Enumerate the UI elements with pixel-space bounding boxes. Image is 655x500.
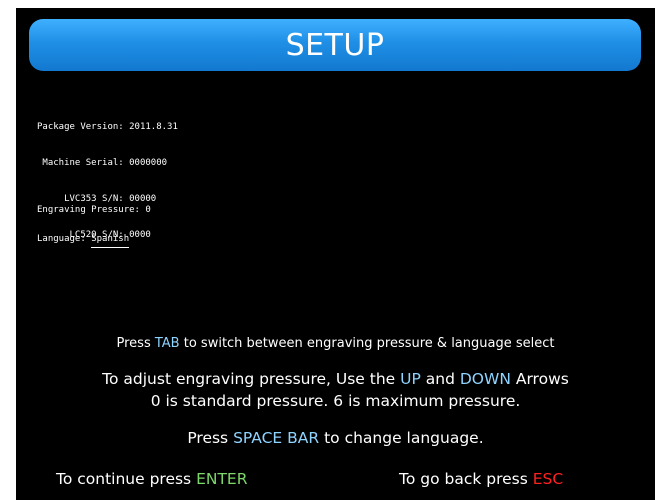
down-key: DOWN xyxy=(459,370,511,388)
engraving-pressure-value[interactable]: 0 xyxy=(145,205,150,215)
back-prompt-text: To go back press xyxy=(399,470,533,488)
tab-instruction: Press TAB to switch between engraving pr… xyxy=(16,336,655,351)
space-instruction: Press SPACE BAR to change language. xyxy=(16,429,655,447)
space-instruction-pre: Press xyxy=(187,429,234,447)
machine-serial: Machine Serial: 0000000 xyxy=(37,158,168,168)
space-bar-key: SPACE BAR xyxy=(233,429,320,447)
adjust-instruction-post: Arrows xyxy=(510,370,569,388)
header-bar: SETUP xyxy=(29,19,641,71)
language-value[interactable]: Spanish xyxy=(91,233,130,248)
pressure-range-note: 0 is standard pressure. 6 is maximum pre… xyxy=(150,392,521,410)
engraving-pressure-setting[interactable]: Engraving Pressure: 0 xyxy=(37,204,151,216)
tab-instruction-post: to switch between engraving pressure & l… xyxy=(179,336,555,351)
space-instruction-post: to change language. xyxy=(319,429,484,447)
page-title: SETUP xyxy=(285,27,385,63)
tab-key: TAB xyxy=(154,336,180,351)
esc-key[interactable]: ESC xyxy=(533,470,563,488)
adjust-instruction-mid: and xyxy=(420,370,460,388)
engraving-pressure-label: Engraving Pressure: xyxy=(37,205,140,215)
tab-instruction-pre: Press xyxy=(116,336,155,351)
adjust-instruction-pre: To adjust engraving pressure, Use the xyxy=(102,370,401,388)
adjust-instruction: To adjust engraving pressure, Use the UP… xyxy=(16,370,655,388)
package-version: Package Version: 2011.8.31 xyxy=(37,122,178,132)
language-setting[interactable]: Language: Spanish xyxy=(37,233,130,248)
continue-prompt-text: To continue press xyxy=(56,470,197,488)
continue-prompt[interactable]: To continue press ENTER xyxy=(56,470,247,488)
up-key: UP xyxy=(400,370,421,388)
setup-screen: SETUP Package Version: 2011.8.31 Machine… xyxy=(16,8,655,500)
back-prompt[interactable]: To go back press ESC xyxy=(399,470,563,488)
language-label: Language: xyxy=(37,234,86,244)
enter-key[interactable]: ENTER xyxy=(196,470,247,488)
